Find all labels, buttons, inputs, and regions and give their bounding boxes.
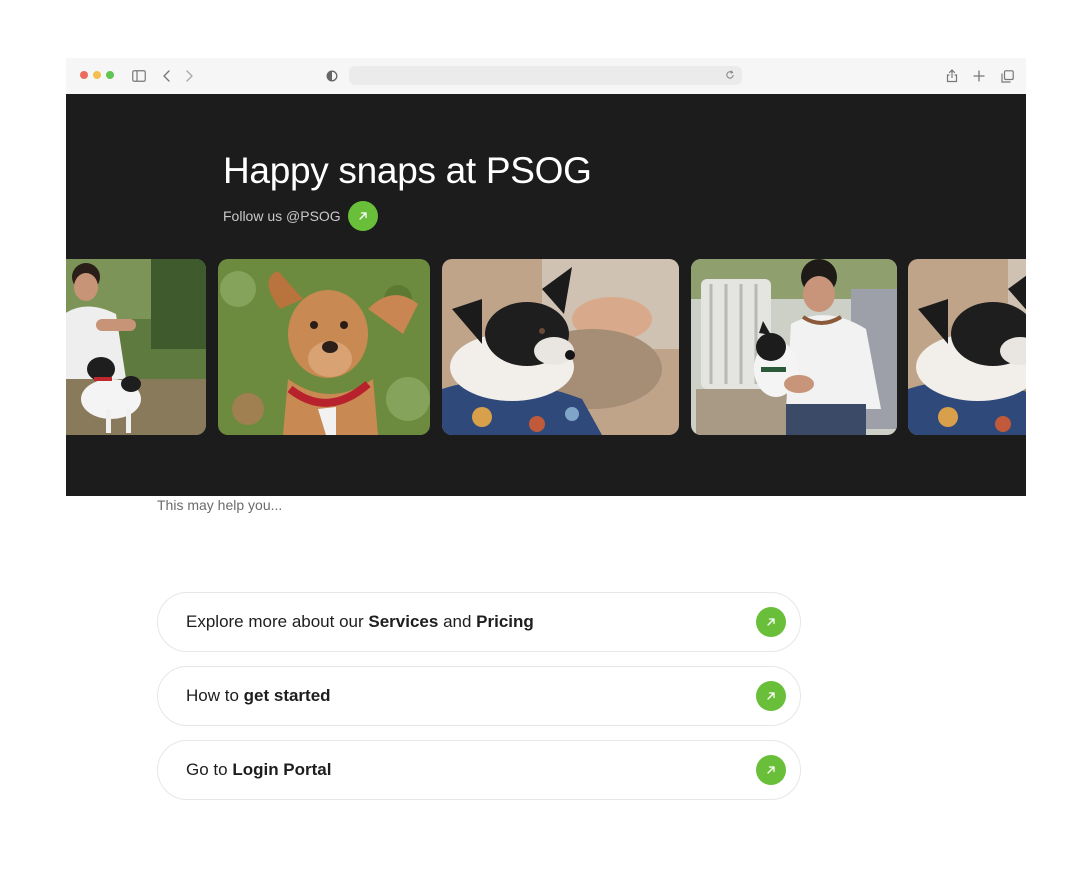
link-label: Go to Login Portal — [186, 760, 332, 779]
forward-icon[interactable] — [180, 67, 198, 85]
reload-icon[interactable] — [722, 67, 738, 83]
gallery-photo-black-dog-pillow[interactable] — [442, 259, 679, 435]
arrow-up-right-icon — [359, 212, 367, 220]
arrow-up-right-icon — [767, 618, 775, 626]
help-heading: This may help you... — [157, 497, 283, 513]
login-portal-link[interactable]: Go to Login Portal — [157, 740, 801, 800]
follow-arrow-button[interactable] — [347, 201, 378, 231]
services-pricing-link[interactable]: Explore more about our Services and Pric… — [157, 592, 801, 652]
gallery-photo-black-dog-pillow-repeat[interactable] — [908, 259, 1026, 435]
arrow-up-right-icon — [767, 766, 775, 774]
zoom-window-button[interactable] — [106, 71, 114, 79]
share-icon[interactable] — [943, 67, 961, 85]
new-tab-icon[interactable] — [970, 67, 988, 85]
browser-toolbar — [66, 58, 1026, 95]
section-title: Happy snaps at PSOG — [223, 150, 592, 191]
get-started-link[interactable]: How to get started — [157, 666, 801, 726]
link-label: Explore more about our Services and Pric… — [186, 612, 534, 631]
back-icon[interactable] — [158, 67, 176, 85]
address-bar[interactable] — [349, 66, 742, 85]
happy-snaps-section: Happy snaps at PSOG Follow us @PSOG — [66, 94, 1026, 496]
tabs-overview-icon[interactable] — [998, 67, 1016, 85]
link-label: How to get started — [186, 686, 331, 705]
gallery-photo-man-with-dog[interactable] — [66, 259, 206, 435]
gallery-photo-man-holding-dog[interactable] — [691, 259, 897, 435]
link-arrow-button[interactable] — [756, 607, 786, 637]
follow-text: Follow us @PSOG — [223, 208, 341, 224]
privacy-shield-icon[interactable] — [323, 67, 341, 85]
close-window-button[interactable] — [80, 71, 88, 79]
gallery-photo-brown-puppy[interactable] — [218, 259, 430, 435]
sidebar-icon[interactable] — [130, 67, 148, 85]
link-arrow-button[interactable] — [756, 681, 786, 711]
arrow-up-right-icon — [767, 692, 775, 700]
link-arrow-button[interactable] — [756, 755, 786, 785]
follow-link[interactable]: Follow us @PSOG — [223, 201, 378, 231]
minimize-window-button[interactable] — [93, 71, 101, 79]
